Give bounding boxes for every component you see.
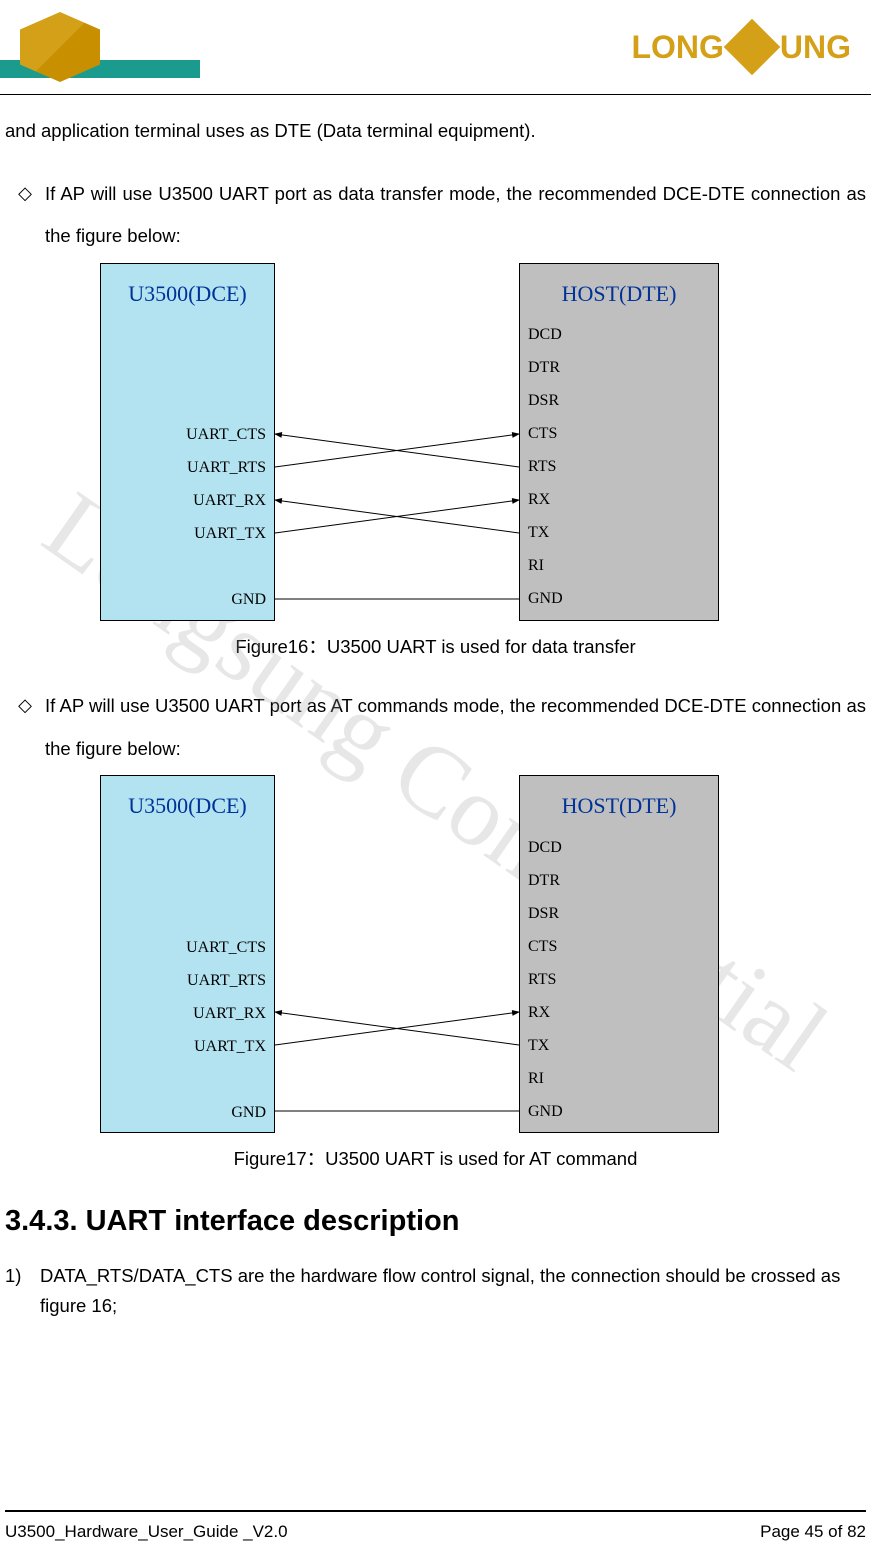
num-label: 1) [5, 1261, 40, 1320]
pin-dtr-2: DTR [528, 864, 563, 897]
pin-tx-2: TX [528, 1029, 563, 1062]
pin-gnd-r-2: GND [528, 1095, 563, 1128]
dte-box-1: HOST(DTE) DCD DTR DSR CTS RTS RX TX RI G… [519, 263, 719, 621]
pin-uart-rts-2: UART_RTS [186, 964, 266, 997]
pin-uart-tx-2: UART_TX [186, 1030, 266, 1063]
pin-rx-2: RX [528, 996, 563, 1029]
pin-uart-tx: UART_TX [186, 518, 266, 551]
pin-uart-rts: UART_RTS [186, 452, 266, 485]
pin-uart-rx-2: UART_RX [186, 997, 266, 1030]
pin-uart-cts-2: UART_CTS [186, 931, 266, 964]
pin-ri-2: RI [528, 1062, 563, 1095]
diagram-2: U3500(DCE) UART_CTS UART_RTS UART_RX UAR… [100, 775, 871, 1135]
pin-rts-2: RTS [528, 963, 563, 996]
pin-blank [186, 551, 266, 584]
num-1-text: DATA_RTS/DATA_CTS are the hardware flow … [40, 1261, 866, 1320]
pin-gnd-r: GND [528, 583, 563, 616]
dte-title-2: HOST(DTE) [520, 776, 718, 832]
pin-ri: RI [528, 550, 563, 583]
pin-dcd-2: DCD [528, 831, 563, 864]
figure-17-caption: Figure17：U3500 UART is used for AT comma… [5, 1145, 866, 1173]
pin-cts-2: CTS [528, 930, 563, 963]
connection-lines-2 [275, 775, 519, 1133]
pin-dsr-2: DSR [528, 897, 563, 930]
pin-dsr: DSR [528, 385, 563, 418]
section-heading-343: 3.4.3. UART interface description [5, 1203, 866, 1241]
pin-rts: RTS [528, 451, 563, 484]
page-header: LONG UNG [0, 0, 871, 95]
dte-title-1: HOST(DTE) [520, 264, 718, 320]
bullet-item-1: ◇ If AP will use U3500 UART port as data… [5, 173, 866, 258]
connection-lines-1 [275, 263, 519, 621]
bullet-2-text: If AP will use U3500 UART port as AT com… [45, 685, 866, 770]
pin-gnd: GND [186, 584, 266, 617]
page-footer: U3500_Hardware_User_Guide _V2.0 Page 45 … [5, 1510, 866, 1542]
pin-gnd-2: GND [186, 1096, 266, 1129]
pin-dtr: DTR [528, 352, 563, 385]
brand-logo: LONG UNG [631, 27, 851, 67]
intro-paragraph: and application terminal uses as DTE (Da… [5, 110, 866, 153]
footer-doc-title: U3500_Hardware_User_Guide _V2.0 [5, 1522, 288, 1542]
brand-text-left: LONG [631, 29, 723, 66]
pin-uart-cts: UART_CTS [186, 419, 266, 452]
numbered-item-1: 1) DATA_RTS/DATA_CTS are the hardware fl… [5, 1261, 866, 1320]
footer-page-number: Page 45 of 82 [760, 1522, 866, 1542]
pin-uart-rx: UART_RX [186, 485, 266, 518]
dce-title-1: U3500(DCE) [101, 264, 274, 320]
dce-box-1: U3500(DCE) UART_CTS UART_RTS UART_RX UAR… [100, 263, 275, 621]
diagram-1: U3500(DCE) UART_CTS UART_RTS UART_RX UAR… [100, 263, 871, 623]
dce-box-2: U3500(DCE) UART_CTS UART_RTS UART_RX UAR… [100, 775, 275, 1133]
figure-16-caption: Figure16：U3500 UART is used for data tra… [5, 633, 866, 661]
pin-dcd: DCD [528, 319, 563, 352]
diamond-bullet-icon: ◇ [5, 685, 45, 770]
diamond-icon [724, 19, 781, 76]
bullet-item-2: ◇ If AP will use U3500 UART port as AT c… [5, 685, 866, 770]
pin-blank-2 [186, 1063, 266, 1096]
dte-box-2: HOST(DTE) DCD DTR DSR CTS RTS RX TX RI G… [519, 775, 719, 1133]
brand-text-right: UNG [780, 29, 851, 66]
bullet-1-text: If AP will use U3500 UART port as data t… [45, 173, 866, 258]
page-content: and application terminal uses as DTE (Da… [0, 95, 871, 1320]
pin-cts: CTS [528, 418, 563, 451]
pin-tx: TX [528, 517, 563, 550]
pin-rx: RX [528, 484, 563, 517]
dce-title-2: U3500(DCE) [101, 776, 274, 832]
diamond-bullet-icon: ◇ [5, 173, 45, 258]
